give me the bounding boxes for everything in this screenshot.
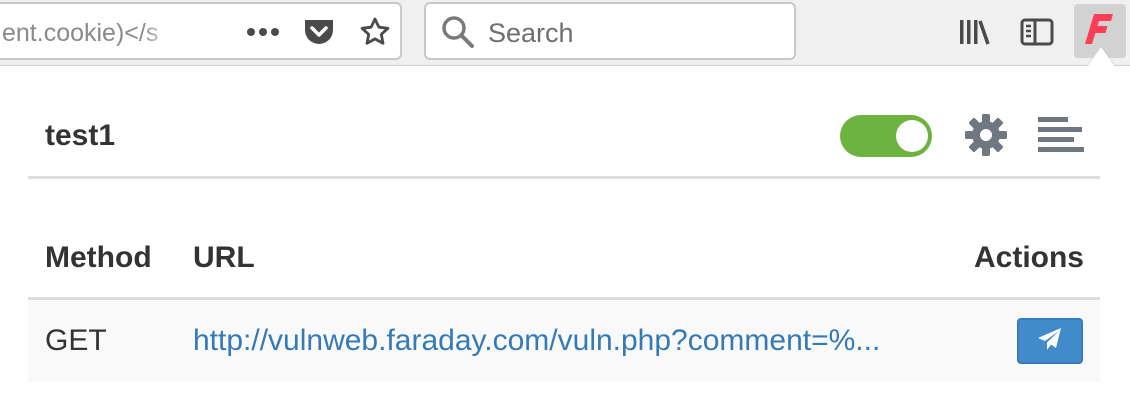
column-header-method: Method (45, 241, 152, 274)
search-bar[interactable]: Search (424, 2, 796, 60)
column-header-url: URL (193, 241, 255, 274)
gear-icon[interactable] (963, 112, 1009, 158)
table-row: GET http://vulnweb.faraday.com/vuln.php?… (28, 300, 1100, 382)
url-text[interactable]: ent.cookie)</s (2, 19, 177, 48)
capture-toggle[interactable] (840, 115, 932, 157)
header-divider (28, 176, 1100, 179)
send-request-button[interactable] (1017, 318, 1083, 364)
pocket-icon[interactable] (299, 4, 339, 60)
url-bar[interactable]: ent.cookie)</s (0, 2, 402, 60)
search-icon (440, 14, 476, 55)
request-method: GET (45, 324, 107, 357)
star-icon[interactable] (355, 4, 395, 60)
menu-lines-icon[interactable] (1036, 115, 1086, 155)
browser-toolbar: ent.cookie)</s Search (0, 0, 1130, 66)
more-horizontal-icon[interactable] (243, 4, 283, 60)
project-name: test1 (45, 119, 116, 152)
sidebar-icon[interactable] (1013, 8, 1061, 56)
send-icon (1037, 327, 1063, 356)
faraday-logo-icon (1085, 12, 1115, 51)
search-placeholder: Search (488, 18, 574, 48)
column-header-actions: Actions (973, 241, 1084, 274)
toggle-knob (896, 120, 928, 152)
library-icon[interactable] (950, 8, 998, 56)
request-url-link[interactable]: http://vulnweb.faraday.com/vuln.php?comm… (193, 324, 880, 358)
faraday-popup-panel: test1 Method URL Actions GET http://vuln… (0, 67, 1130, 420)
panel-arrow (1087, 47, 1115, 67)
